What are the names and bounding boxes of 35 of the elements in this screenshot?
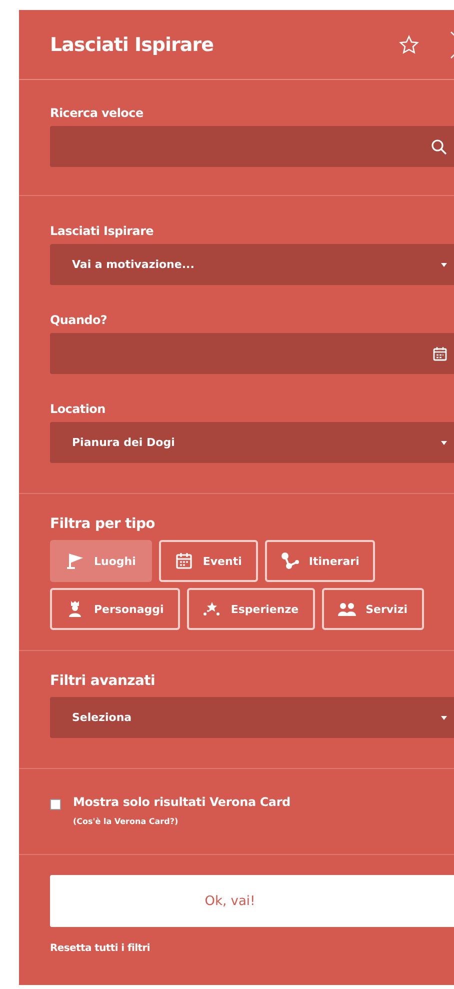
caret-icon bbox=[441, 716, 447, 720]
search-field[interactable] bbox=[50, 126, 454, 167]
section-heading: Filtri avanzati bbox=[50, 673, 156, 689]
date-field[interactable] bbox=[50, 333, 454, 374]
field-label: Location bbox=[50, 402, 106, 416]
checkbox-label: Mostra solo risultati Verona Card bbox=[73, 795, 290, 809]
field-label: Lasciati Ispirare bbox=[50, 224, 155, 238]
panel-title: Lasciati Ispirare bbox=[50, 34, 214, 56]
star-icon[interactable] bbox=[399, 34, 419, 54]
calendar-icon bbox=[433, 346, 447, 360]
route-icon bbox=[280, 552, 299, 570]
location-select[interactable]: Pianura dei Dogi bbox=[50, 422, 454, 463]
reset-link[interactable]: Resetta tutti i filtri bbox=[50, 943, 150, 954]
stars-icon bbox=[202, 600, 221, 618]
field-label: Quando? bbox=[50, 313, 108, 327]
type-filter-button[interactable]: Eventi bbox=[158, 540, 258, 582]
caret-icon bbox=[441, 262, 447, 266]
section-heading: Filtra per tipo bbox=[50, 516, 156, 532]
type-filter-button[interactable]: Servizi bbox=[322, 588, 424, 630]
calendar-icon bbox=[174, 552, 193, 570]
flag-icon bbox=[66, 552, 84, 570]
type-filter-button[interactable]: Personaggi bbox=[50, 588, 180, 630]
person-icon bbox=[66, 600, 84, 618]
search-icon bbox=[431, 138, 447, 154]
people-icon bbox=[338, 600, 356, 618]
info-link[interactable]: (Cos'è la Verona Card?) bbox=[73, 817, 178, 826]
type-filter-button[interactable]: Itinerari bbox=[264, 540, 376, 582]
caret-icon bbox=[441, 440, 447, 444]
checkbox[interactable] bbox=[50, 799, 61, 810]
advanced-filter-select[interactable]: Seleziona bbox=[50, 697, 454, 738]
motivation-select[interactable]: Vai a motivazione... bbox=[50, 244, 454, 285]
field-label: Ricerca veloce bbox=[50, 106, 144, 120]
type-filter-button[interactable]: Luoghi bbox=[50, 540, 152, 582]
submit-button[interactable]: Ok, vai! bbox=[50, 875, 454, 927]
type-filter-button[interactable]: Esperienze bbox=[186, 588, 315, 630]
